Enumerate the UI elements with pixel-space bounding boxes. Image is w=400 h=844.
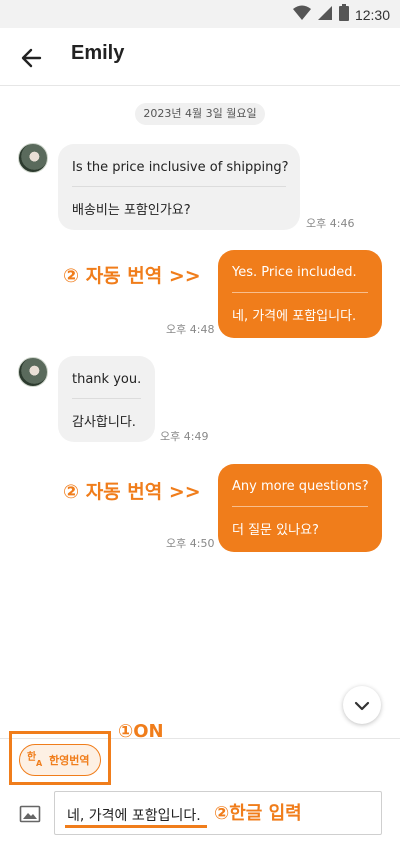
signal-icon <box>317 5 333 25</box>
avatar[interactable] <box>18 357 48 387</box>
message-translated-text: 네, 가격에 포함입니다. <box>232 309 357 324</box>
avatar[interactable] <box>18 143 48 173</box>
incoming-message[interactable]: thank you. 감사합니다. <box>58 356 155 442</box>
message-original-text: Is the price inclusive of shipping? <box>72 160 289 175</box>
korean-input-annotation: ②한글 입력 <box>214 803 302 824</box>
auto-translate-annotation: ② 자동 번역 >> <box>63 481 201 503</box>
auto-translate-annotation: ② 자동 번역 >> <box>63 265 201 287</box>
message-time: 오후 4:50 <box>166 537 215 550</box>
message-divider <box>72 398 141 399</box>
message-translated-text: 더 질문 있나요? <box>232 523 319 538</box>
scroll-to-bottom-button[interactable] <box>343 686 381 724</box>
input-highlight-underline <box>65 825 207 828</box>
outgoing-message[interactable]: Any more questions? 더 질문 있나요? <box>218 464 382 552</box>
svg-text:A: A <box>36 759 43 767</box>
battery-icon <box>338 4 349 25</box>
back-button[interactable] <box>18 44 46 72</box>
message-divider <box>232 292 368 293</box>
message-original-text: Yes. Price included. <box>232 265 357 280</box>
incoming-message[interactable]: Is the price inclusive of shipping? 배송비는… <box>58 144 300 230</box>
message-original-text: thank you. <box>72 372 142 387</box>
attach-image-button[interactable] <box>18 802 42 826</box>
date-separator: 2023년 4월 3일 월요일 <box>135 103 265 125</box>
app-bar: Emily <box>0 28 400 86</box>
status-time: 12:30 <box>354 6 390 23</box>
message-divider <box>232 506 368 507</box>
message-translated-text: 배송비는 포함인가요? <box>72 203 191 218</box>
status-icons: 12:30 <box>292 4 390 25</box>
back-arrow-icon <box>18 48 46 76</box>
chevron-down-icon <box>354 698 370 717</box>
wifi-icon <box>292 5 311 25</box>
translate-toggle-button[interactable]: 한 A 한영번역 <box>19 744 101 776</box>
translate-icon: 한 A <box>27 749 45 771</box>
message-input-text: 네, 가격에 포함입니다. <box>67 808 201 824</box>
translate-toggle-label: 한영번역 <box>49 754 90 767</box>
message-divider <box>72 186 286 187</box>
toggle-on-annotation: ①ON <box>118 721 164 742</box>
message-time: 오후 4:48 <box>166 323 215 336</box>
outgoing-message[interactable]: Yes. Price included. 네, 가격에 포함입니다. <box>218 250 382 338</box>
message-translated-text: 감사합니다. <box>72 415 136 430</box>
message-original-text: Any more questions? <box>232 479 369 494</box>
chat-title: Emily <box>71 42 125 64</box>
status-bar: 12:30 <box>0 0 400 28</box>
message-time: 오후 4:46 <box>306 217 355 230</box>
image-icon <box>18 805 42 830</box>
message-time: 오후 4:49 <box>160 430 209 443</box>
